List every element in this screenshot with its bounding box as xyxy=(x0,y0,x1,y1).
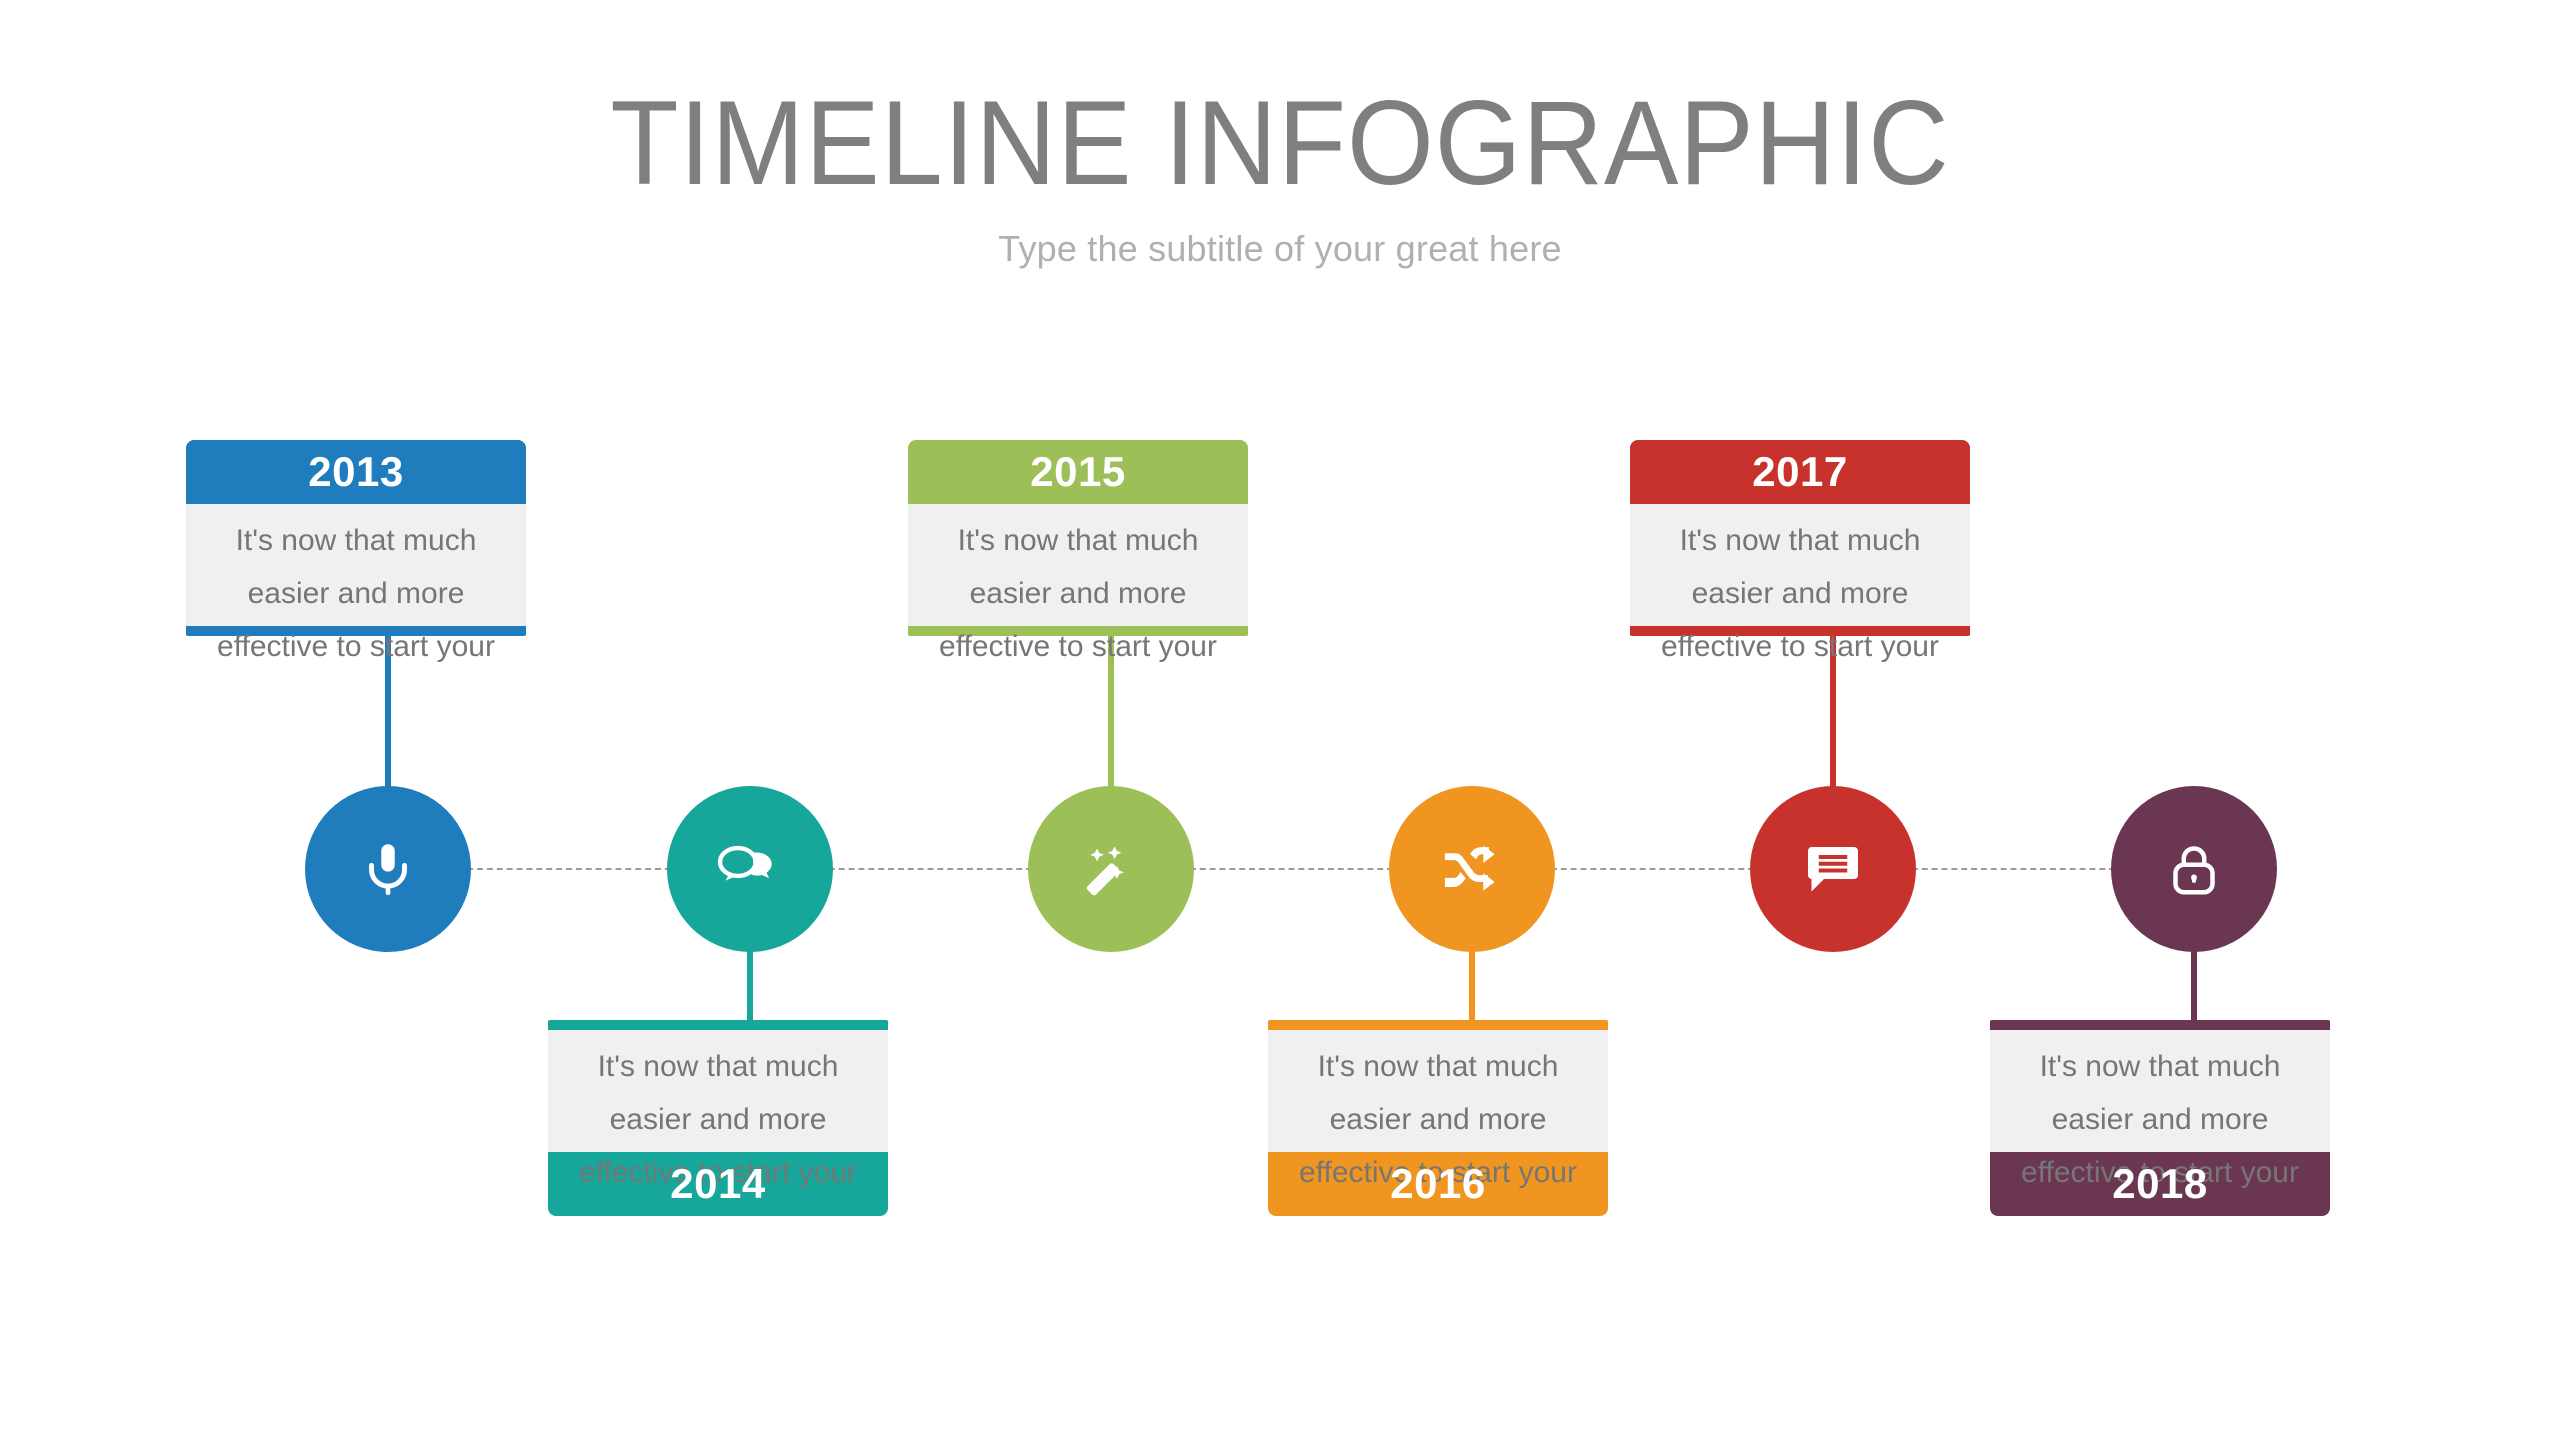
milestone-description: It's now that much easier and more effec… xyxy=(1630,504,1970,663)
milestone-card-2014[interactable]: It's now that much easier and more effec… xyxy=(548,1020,888,1216)
milestone-card-2016[interactable]: It's now that much easier and more effec… xyxy=(1268,1020,1608,1216)
timeline-node-2017[interactable] xyxy=(1750,786,1916,952)
milestone-year-label: 2017 xyxy=(1630,440,1970,504)
milestone-card-2015[interactable]: 2015 It's now that much easier and more e… xyxy=(908,440,1248,663)
message-icon xyxy=(1803,840,1863,898)
lock-icon xyxy=(2164,838,2224,900)
page-title: TIMELINE INFOGRAPHIC xyxy=(610,76,1950,210)
milestone-accent-rule xyxy=(548,1020,888,1030)
timeline-node-2016[interactable] xyxy=(1389,786,1555,952)
milestone-description: It's now that much easier and more effec… xyxy=(548,1030,888,1189)
microphone-icon xyxy=(357,838,419,900)
timeline-node-2014[interactable] xyxy=(667,786,833,952)
milestone-accent-rule xyxy=(1268,1020,1608,1030)
milestone-accent-rule xyxy=(1990,1020,2330,1030)
shuffle-icon xyxy=(1440,840,1504,898)
page-subtitle: Type the subtitle of your great here xyxy=(998,228,1562,269)
comments-icon xyxy=(716,838,784,900)
magic-wand-icon xyxy=(1080,838,1142,900)
milestone-year-label: 2013 xyxy=(186,440,526,504)
milestone-description: It's now that much easier and more effec… xyxy=(1268,1030,1608,1189)
timeline-node-2015[interactable] xyxy=(1028,786,1194,952)
milestone-card-2018[interactable]: It's now that much easier and more effec… xyxy=(1990,1020,2330,1216)
milestone-card-2013[interactable]: 2013 It's now that much easier and more e… xyxy=(186,440,526,663)
timeline-node-2013[interactable] xyxy=(305,786,471,952)
milestone-description: It's now that much easier and more effec… xyxy=(1990,1030,2330,1189)
milestone-description: It's now that much easier and more effec… xyxy=(186,504,526,663)
timeline-infographic-slide: TIMELINE INFOGRAPHIC Type the subtitle o… xyxy=(0,0,2560,1440)
timeline-node-2018[interactable] xyxy=(2111,786,2277,952)
slide-header: TIMELINE INFOGRAPHIC Type the subtitle o… xyxy=(0,0,2560,270)
milestone-card-2017[interactable]: 2017 It's now that much easier and more e… xyxy=(1630,440,1970,663)
milestone-year-label: 2015 xyxy=(908,440,1248,504)
milestone-description: It's now that much easier and more effec… xyxy=(908,504,1248,663)
